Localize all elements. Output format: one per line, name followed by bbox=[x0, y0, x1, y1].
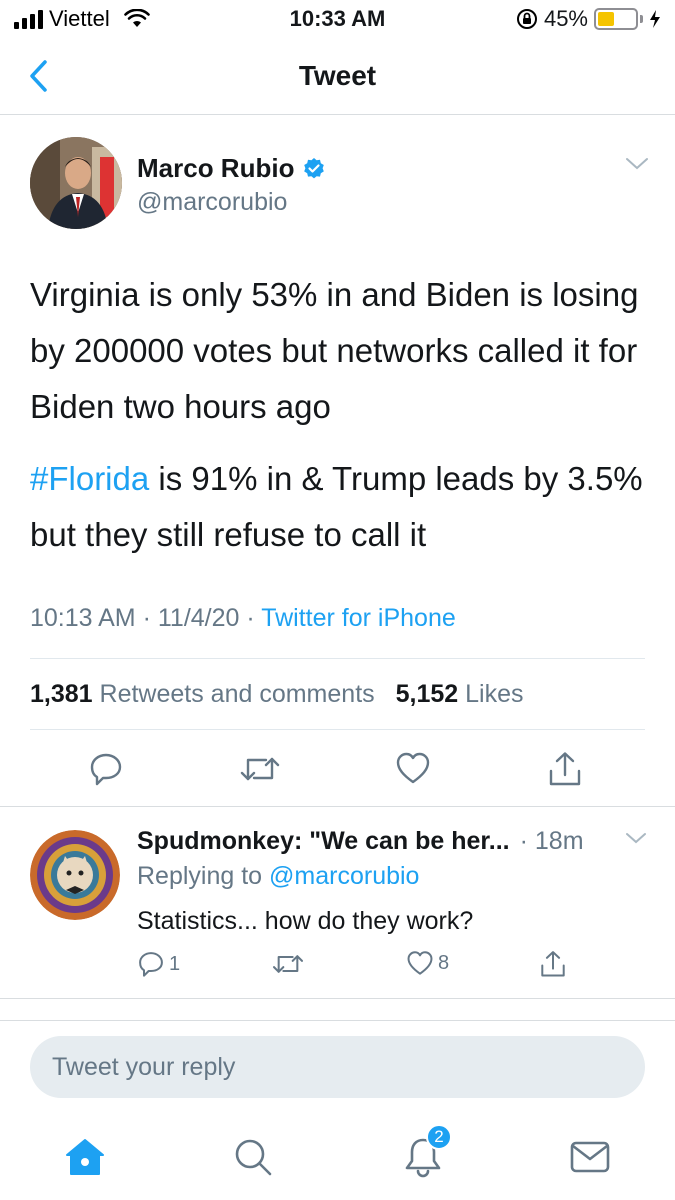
likes-count: 5,152 bbox=[395, 680, 459, 708]
reply-action-bar: 1 8 bbox=[0, 950, 675, 990]
heart-icon bbox=[396, 752, 430, 784]
likes-stat[interactable]: 5,152 Likes bbox=[396, 680, 524, 708]
share-icon bbox=[549, 752, 581, 786]
author-avatar[interactable] bbox=[30, 137, 122, 229]
tweet-meta: 10:13 AM · 11/4/20 · Twitter for iPhone bbox=[30, 604, 456, 633]
divider bbox=[30, 658, 645, 659]
reply-retweet-button[interactable] bbox=[272, 950, 304, 978]
reply-reply-button[interactable]: 1 bbox=[137, 950, 180, 978]
section-divider bbox=[0, 806, 675, 807]
meta-separator: · bbox=[246, 604, 262, 632]
replying-mention-link[interactable]: @marcorubio bbox=[269, 862, 419, 890]
battery-percent: 45% bbox=[543, 6, 588, 31]
tweet-action-bar bbox=[0, 747, 675, 803]
tab-home[interactable] bbox=[60, 1132, 110, 1182]
tab-messages[interactable] bbox=[565, 1132, 615, 1182]
reply-icon bbox=[139, 952, 163, 977]
author-name-text: Marco Rubio bbox=[137, 153, 295, 183]
tab-bar: 2 bbox=[0, 1120, 675, 1200]
reply-header: Spudmonkey: "We can be her... · 18m bbox=[137, 827, 657, 856]
tweet-source-link[interactable]: Twitter for iPhone bbox=[261, 604, 456, 632]
search-icon bbox=[235, 1139, 272, 1176]
retweets-stat[interactable]: 1,381 Retweets and comments bbox=[30, 680, 375, 708]
tab-search[interactable] bbox=[228, 1132, 278, 1182]
avatar-image bbox=[30, 830, 120, 920]
share-button[interactable] bbox=[548, 751, 582, 787]
page-title: Tweet bbox=[298, 60, 377, 91]
reply-avatar[interactable] bbox=[30, 830, 120, 920]
tweet-date: 11/4/20 bbox=[157, 604, 240, 632]
tweet-stats: 1,381 Retweets and comments 5,152 Likes bbox=[30, 680, 523, 709]
retweets-count: 1,381 bbox=[30, 680, 93, 708]
orientation-lock-icon bbox=[516, 9, 537, 29]
retweet-icon bbox=[240, 757, 280, 781]
reply-time: · 18m bbox=[519, 827, 584, 855]
chevron-down-icon bbox=[626, 833, 646, 844]
reply-input[interactable] bbox=[30, 1036, 645, 1098]
battery-fill bbox=[598, 12, 615, 26]
retweet-icon bbox=[272, 955, 304, 973]
replying-prefix: Replying to bbox=[137, 862, 270, 890]
reply-like-count: 8 bbox=[438, 951, 450, 974]
reply-composer bbox=[30, 1036, 645, 1098]
nav-bar: Tweet bbox=[0, 40, 675, 115]
author-handle[interactable]: @marcorubio bbox=[137, 188, 287, 217]
chevron-down-icon bbox=[626, 158, 648, 170]
status-right: 45% bbox=[516, 6, 661, 32]
reply-icon bbox=[90, 753, 122, 786]
tweet-time: 10:13 AM bbox=[30, 604, 136, 632]
reply-author-name[interactable]: Spudmonkey: "We can be her... bbox=[137, 827, 510, 856]
reply-options-button[interactable] bbox=[625, 832, 647, 850]
tweet-text: Virginia is only 53% in and Biden is los… bbox=[30, 267, 650, 579]
reply-button[interactable] bbox=[88, 751, 124, 787]
reply-text: Statistics... how do they work? bbox=[137, 907, 474, 935]
tweet-options-button[interactable] bbox=[625, 157, 649, 176]
heart-icon bbox=[407, 951, 433, 975]
charging-icon bbox=[650, 10, 660, 28]
notifications-badge: 2 bbox=[426, 1124, 452, 1150]
tweet-paragraph-1: Virginia is only 53% in and Biden is los… bbox=[30, 276, 639, 425]
share-icon bbox=[541, 951, 565, 977]
retweets-label: Retweets and comments bbox=[99, 680, 375, 708]
replying-to: Replying to @marcorubio bbox=[137, 862, 419, 891]
tab-notifications[interactable]: 2 bbox=[398, 1124, 452, 1182]
like-button[interactable] bbox=[395, 751, 431, 785]
author-name[interactable]: Marco Rubio bbox=[137, 153, 326, 184]
avatar-image bbox=[30, 137, 122, 229]
battery-cap bbox=[640, 15, 643, 23]
hashtag-link[interactable]: #Florida bbox=[30, 460, 149, 497]
reply-share-button[interactable] bbox=[540, 950, 566, 978]
home-icon bbox=[66, 1139, 104, 1175]
reply-reply-count: 1 bbox=[169, 952, 181, 975]
divider bbox=[30, 729, 645, 730]
composer-divider bbox=[0, 1020, 675, 1021]
status-bar: Viettel 10:33 AM 45% bbox=[0, 0, 675, 40]
retweet-button[interactable] bbox=[240, 751, 280, 787]
section-divider bbox=[0, 998, 675, 999]
battery-icon bbox=[594, 8, 638, 30]
mail-icon bbox=[570, 1141, 610, 1173]
meta-separator: · bbox=[142, 604, 158, 632]
reply-like-button[interactable]: 8 bbox=[406, 950, 449, 976]
likes-label: Likes bbox=[465, 680, 524, 708]
verified-badge-icon bbox=[304, 157, 325, 178]
tweet-paragraph-2: #Florida is 91% in & Trump leads by 3.5%… bbox=[30, 451, 650, 563]
